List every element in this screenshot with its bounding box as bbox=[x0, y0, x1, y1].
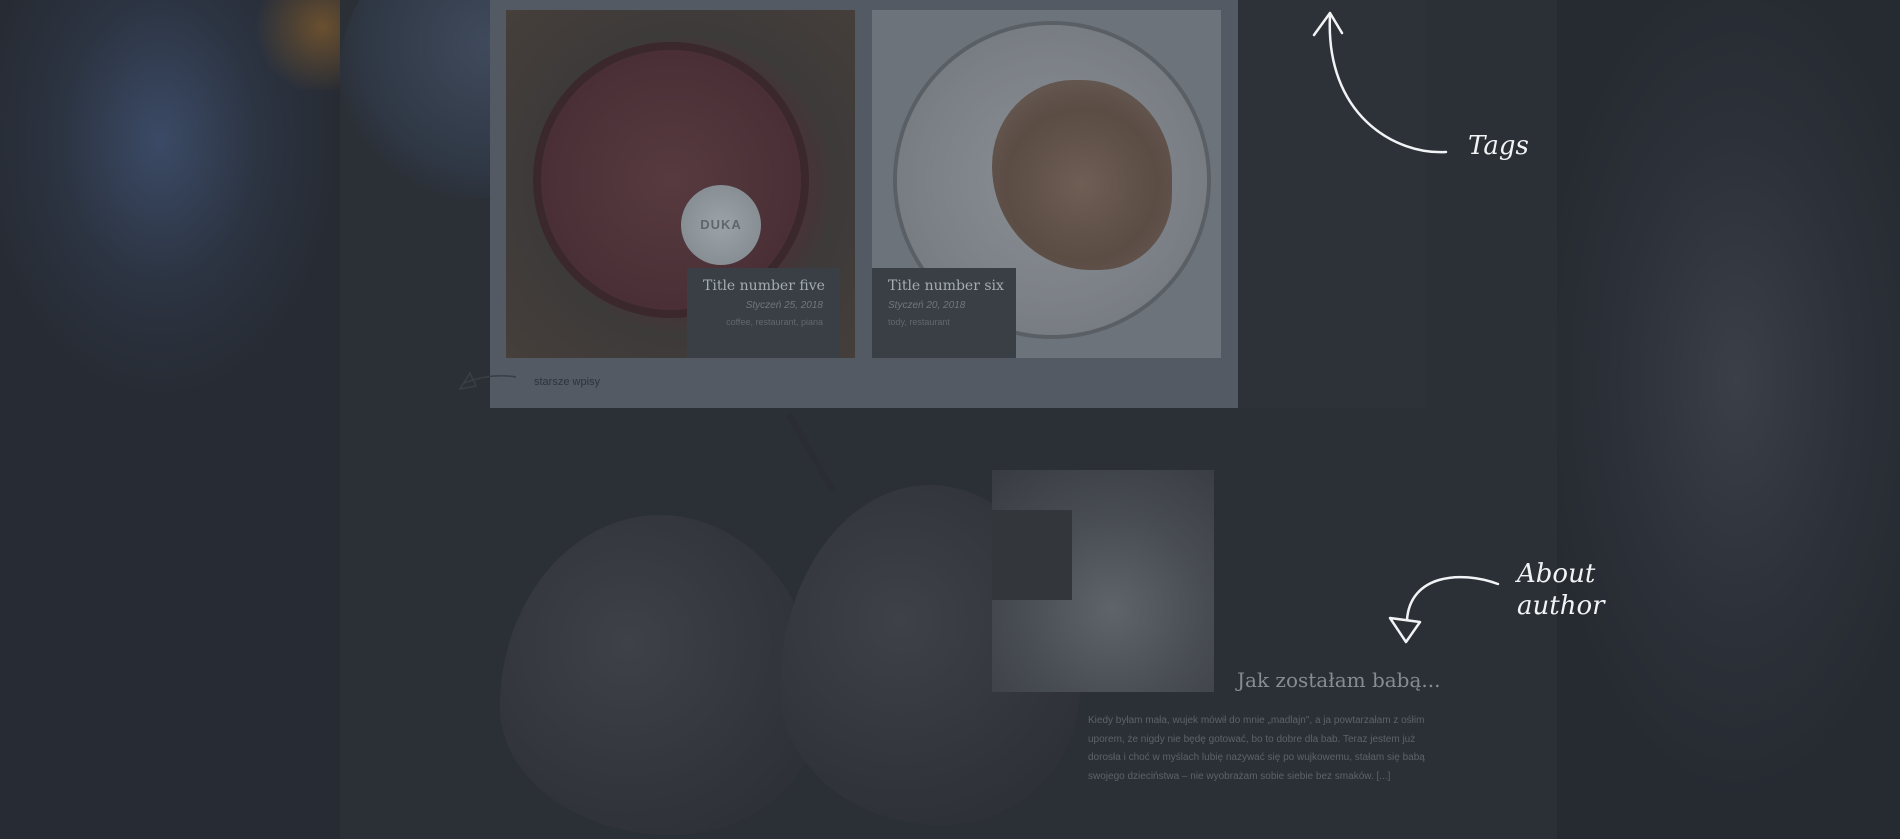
post-card[interactable]: DUKA Title number five Styczeń 25, 2018 … bbox=[506, 10, 855, 358]
photo-shelf bbox=[992, 510, 1072, 600]
author-photo bbox=[992, 470, 1214, 692]
tags-annotation-label: Tags bbox=[1468, 131, 1529, 161]
about-author-annotation-arrow-icon bbox=[1388, 575, 1500, 644]
background-left-blur bbox=[0, 0, 340, 839]
post-tags[interactable]: tody, restaurant bbox=[888, 317, 1000, 327]
pot-knob: DUKA bbox=[681, 185, 761, 265]
tags-annotation-arrow-icon bbox=[1312, 11, 1448, 154]
post-caption: Title number six Styczeń 20, 2018 tody, … bbox=[872, 268, 1016, 358]
post-title[interactable]: Title number six bbox=[888, 278, 1004, 294]
about-author-annotation-line2: author bbox=[1517, 591, 1605, 621]
post-caption: Title number five Styczeń 25, 2018 coffe… bbox=[687, 268, 839, 358]
background-right-blur bbox=[1557, 0, 1900, 839]
post-card[interactable]: Title number six Styczeń 20, 2018 tody, … bbox=[872, 10, 1221, 358]
about-author-annotation-line1: About bbox=[1517, 559, 1596, 589]
background-warm-glow bbox=[250, 0, 340, 90]
about-author-text: Kiedy byłam mała, wujek mówił do mnie „m… bbox=[1088, 715, 1425, 782]
food-item bbox=[992, 80, 1172, 270]
older-posts-label[interactable]: starsze wpisy bbox=[534, 376, 600, 388]
post-date: Styczeń 25, 2018 bbox=[745, 300, 823, 311]
about-author-title[interactable]: Jak zostałam babą... bbox=[1237, 668, 1440, 692]
about-author-annotation-label: About author bbox=[1517, 558, 1605, 622]
hand-drawn-arrow-left-icon bbox=[458, 371, 517, 391]
post-tags[interactable]: coffee, restaurant, piana bbox=[703, 317, 823, 327]
older-posts-link[interactable]: starsze wpisy bbox=[458, 371, 600, 392]
post-title[interactable]: Title number five bbox=[703, 278, 825, 294]
post-date: Styczeń 20, 2018 bbox=[888, 300, 966, 311]
